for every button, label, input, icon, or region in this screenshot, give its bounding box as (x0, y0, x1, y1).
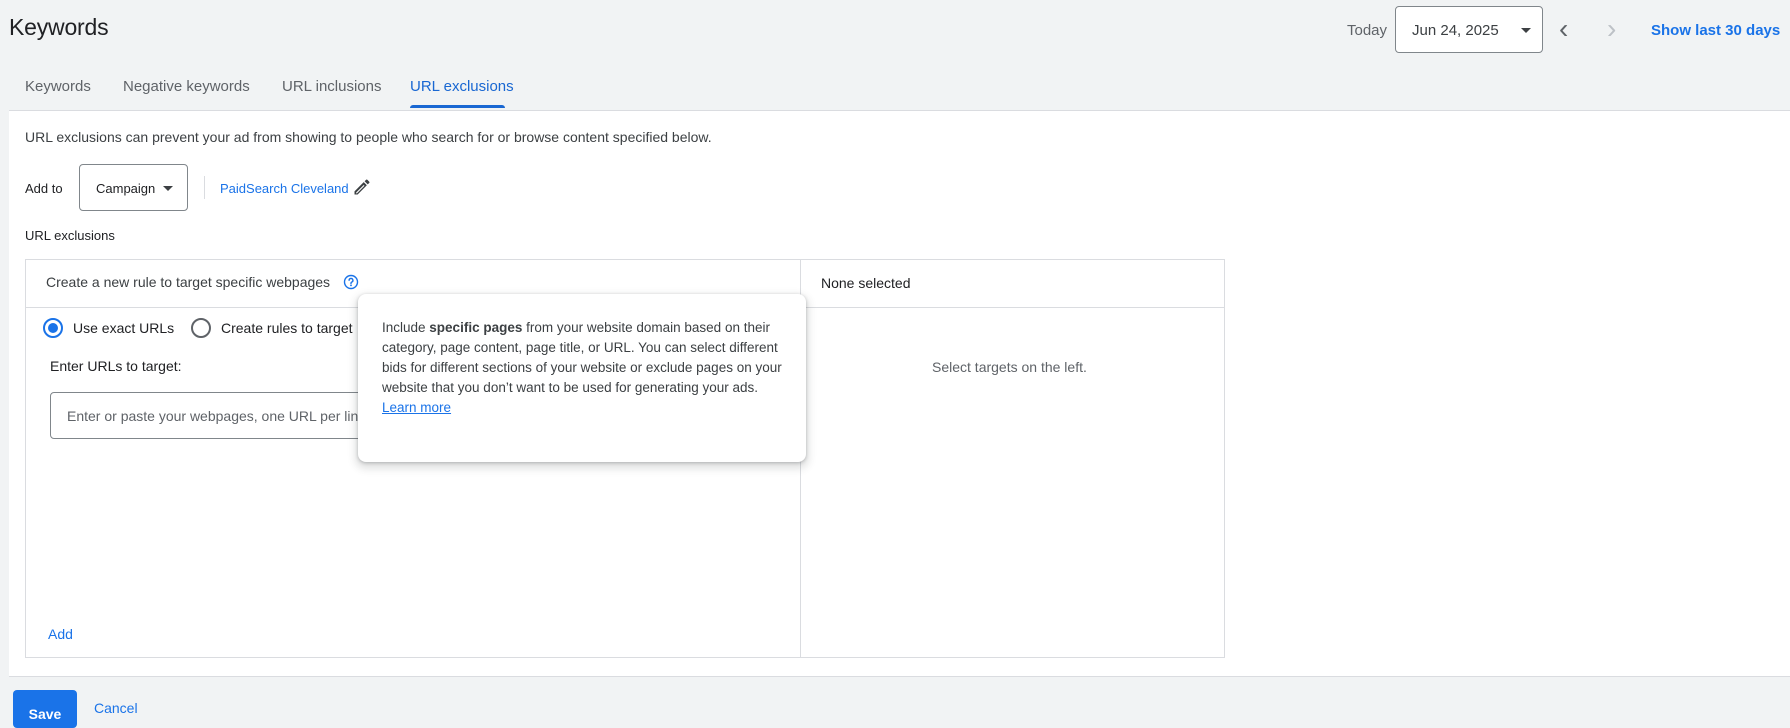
add-button[interactable]: Add (48, 626, 73, 642)
page-title: Keywords (9, 14, 109, 40)
vertical-divider (204, 176, 205, 199)
show-last-30-days-link[interactable]: Show last 30 days (1651, 22, 1780, 39)
tab-url-exclusions[interactable]: URL exclusions (410, 78, 514, 95)
create-rules-label[interactable]: Create rules to target (221, 320, 353, 336)
chevron-right-icon[interactable]: › (1607, 15, 1616, 43)
description-text: URL exclusions can prevent your ad from … (25, 129, 712, 145)
date-range-select[interactable]: Jun 24, 2025 (1395, 6, 1543, 53)
tooltip-text-bold: specific pages (429, 320, 523, 335)
learn-more-link[interactable]: Learn more (382, 400, 451, 415)
tab-negative-keywords[interactable]: Negative keywords (123, 78, 250, 95)
date-value: Jun 24, 2025 (1412, 22, 1499, 39)
enter-urls-label: Enter URLs to target: (50, 358, 182, 374)
use-exact-urls-radio[interactable] (43, 318, 63, 338)
caret-down-icon (1521, 28, 1531, 33)
section-label: URL exclusions (25, 228, 115, 243)
campaign-level-select[interactable]: Campaign (79, 164, 188, 211)
create-rules-radio[interactable] (191, 318, 211, 338)
campaign-select-value: Campaign (96, 181, 156, 196)
add-to-label: Add to (25, 181, 63, 196)
tooltip-text-start: Include (382, 320, 430, 335)
select-targets-hint: Select targets on the left. (932, 359, 1087, 375)
pencil-icon[interactable] (352, 177, 372, 197)
footer-divider (9, 676, 1790, 677)
rule-title: Create a new rule to target specific web… (46, 274, 331, 290)
chevron-left-icon[interactable]: ‹ (1559, 15, 1568, 43)
none-selected-label: None selected (821, 275, 911, 291)
caret-down-icon (163, 186, 173, 191)
tab-url-inclusions[interactable]: URL inclusions (282, 78, 382, 95)
use-exact-urls-label[interactable]: Use exact URLs (73, 320, 174, 336)
today-label: Today (1347, 22, 1388, 39)
cancel-button[interactable]: Cancel (94, 700, 138, 716)
help-tooltip: Include specific pages from your website… (358, 294, 806, 462)
help-icon[interactable] (343, 274, 359, 290)
active-tab-indicator (410, 105, 505, 108)
save-button[interactable]: Save (13, 690, 77, 728)
tab-keywords[interactable]: Keywords (25, 78, 91, 95)
campaign-name-link[interactable]: PaidSearch Cleveland (220, 181, 349, 196)
urls-input[interactable] (50, 392, 380, 439)
